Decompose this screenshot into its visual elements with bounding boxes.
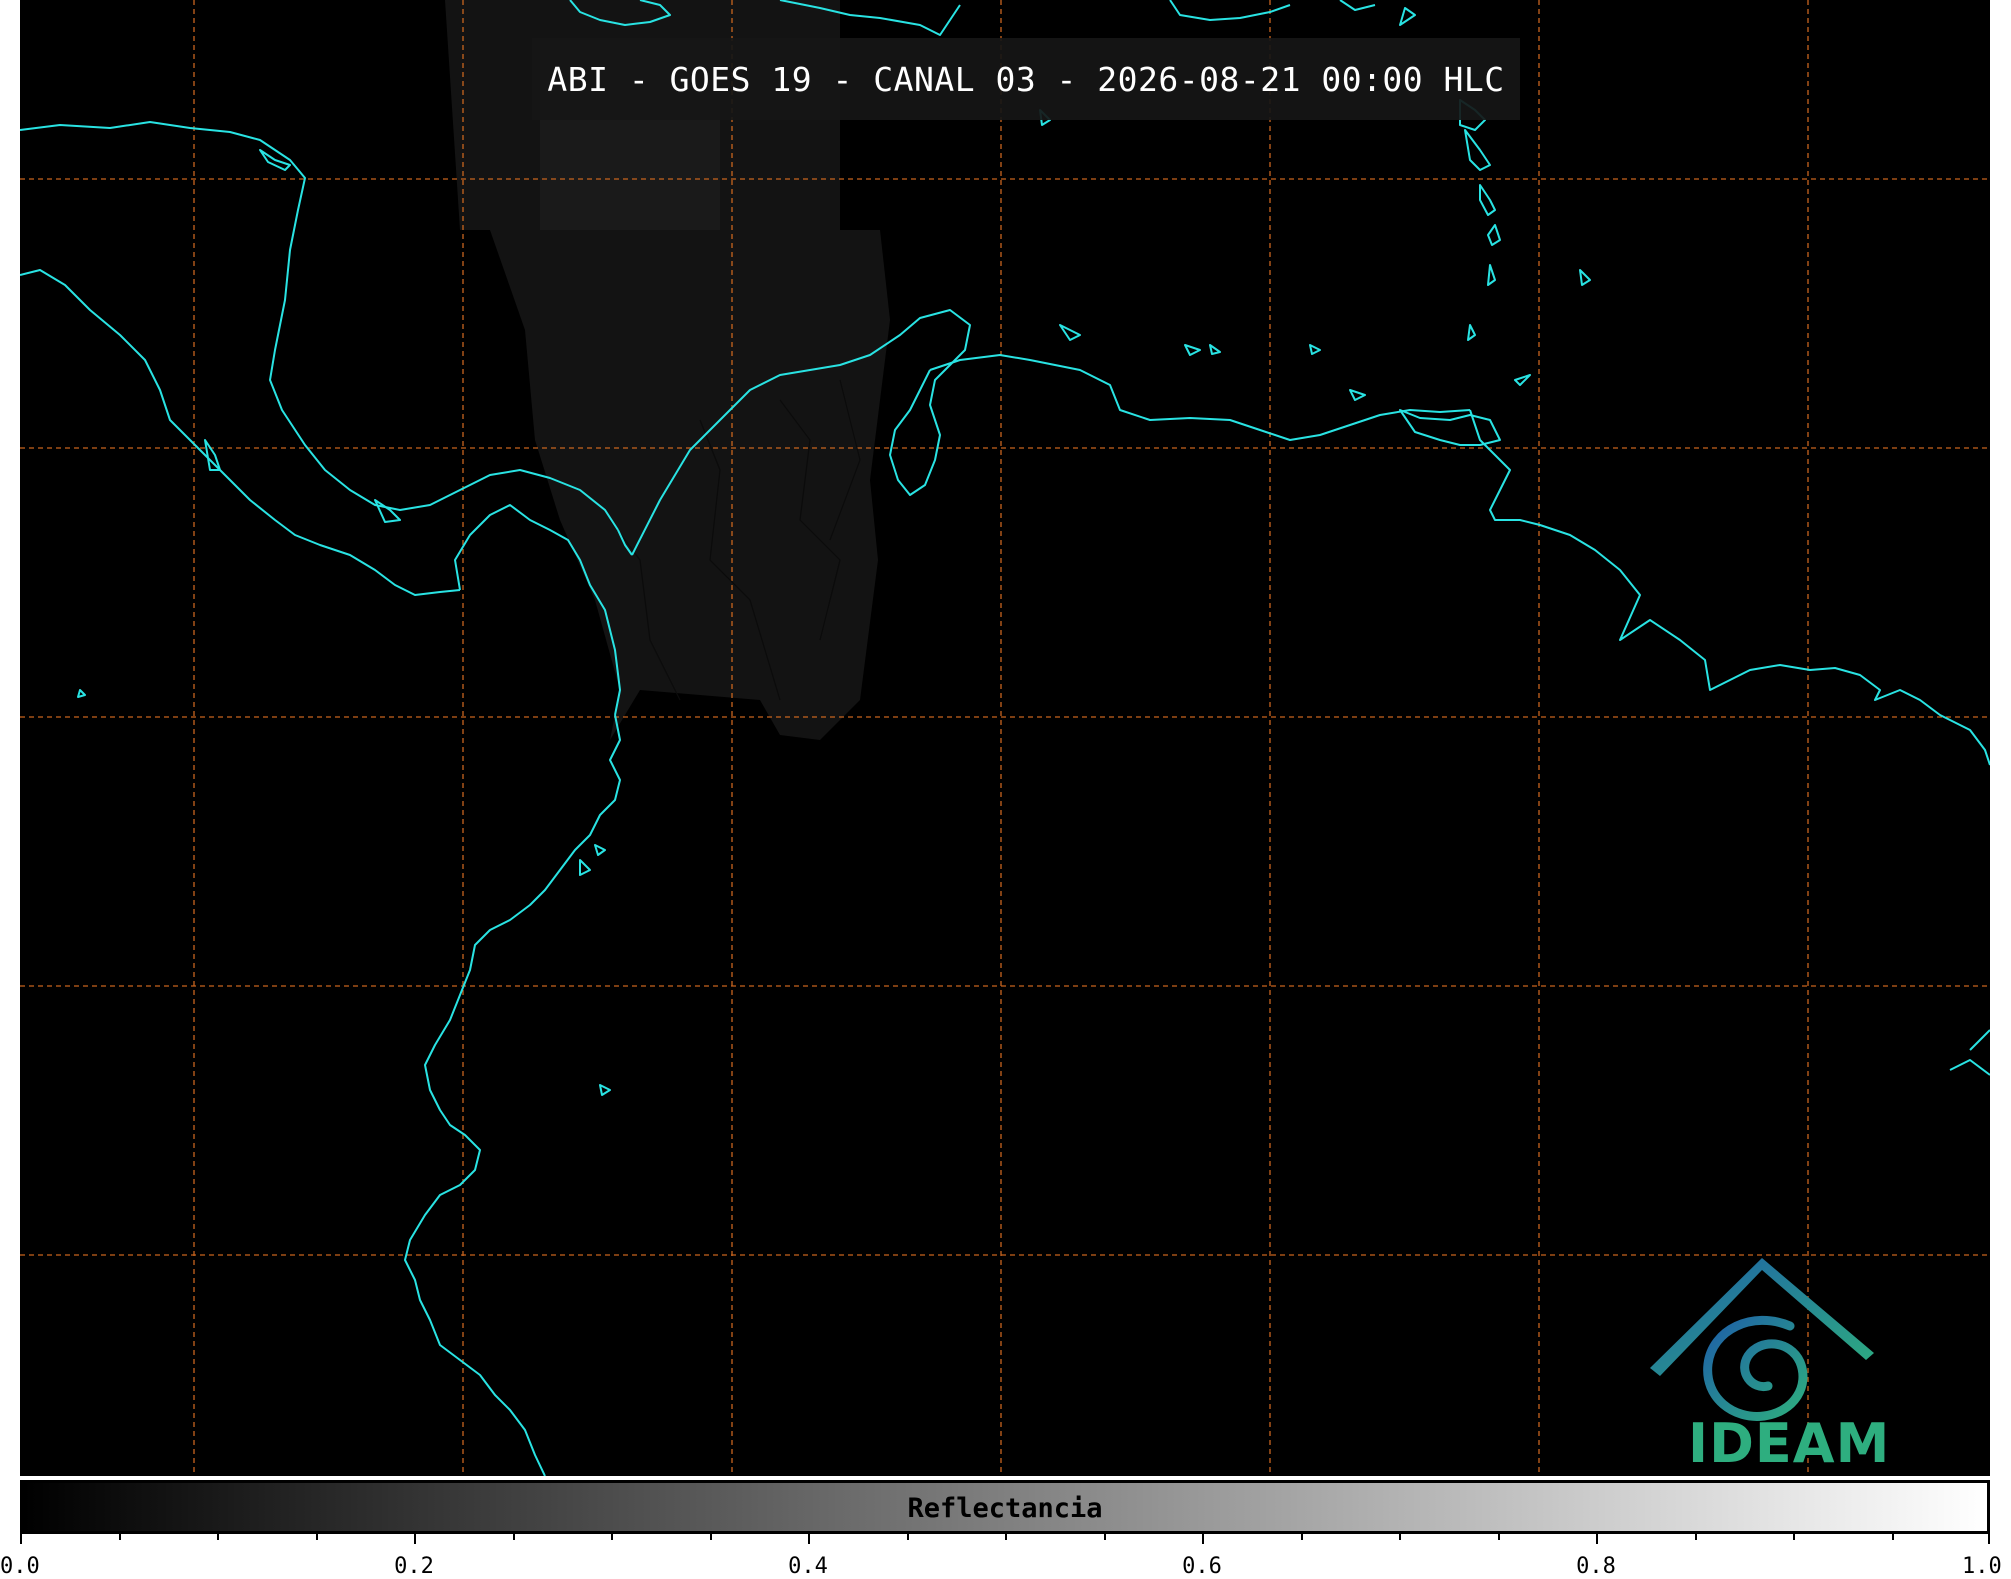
colorbar-tick-label: 0.6 <box>1182 1554 1222 1579</box>
colorbar-minor-tick <box>907 1532 909 1540</box>
colorbar-minor-tick <box>1301 1532 1303 1540</box>
colorbar-minor-tick <box>710 1532 712 1540</box>
title-box: ABI - GOES 19 - CANAL 03 - 2026-08-21 00… <box>532 38 1520 120</box>
colorbar-minor-tick <box>1104 1532 1106 1540</box>
colorbar-tick-label: 0.4 <box>788 1554 828 1579</box>
colorbar-minor-tick <box>119 1532 121 1540</box>
colorbar-tick-label: 0.0 <box>0 1554 40 1579</box>
colorbar-major-tick <box>1202 1532 1204 1544</box>
colorbar-tick-label: 0.2 <box>394 1554 434 1579</box>
colorbar-label: Reflectancia <box>907 1493 1103 1524</box>
map-title: ABI - GOES 19 - CANAL 03 - 2026-08-21 00… <box>547 59 1505 99</box>
colorbar-minor-tick <box>513 1532 515 1540</box>
colorbar-major-tick <box>20 1532 22 1544</box>
colorbar-minor-tick <box>217 1532 219 1540</box>
colorbar-minor-tick <box>1695 1532 1697 1540</box>
colorbar-major-tick <box>1988 1532 1990 1544</box>
colorbar-major-tick <box>808 1532 810 1544</box>
colorbar: Reflectancia <box>20 1480 1990 1534</box>
colorbar-minor-tick <box>1498 1532 1500 1540</box>
colorbar-axis: 0.0 0.2 0.4 0.6 0.8 1.0 <box>0 1532 2002 1579</box>
colorbar-minor-tick <box>1793 1532 1795 1540</box>
logo-wordmark: IDEAM <box>1688 1412 1891 1475</box>
colorbar-major-tick <box>1596 1532 1598 1544</box>
colorbar-minor-tick <box>1005 1532 1007 1540</box>
colorbar-tick-label: 1.0 <box>1962 1554 2002 1579</box>
colorbar-minor-tick <box>611 1532 613 1540</box>
colorbar-minor-tick <box>1399 1532 1401 1540</box>
colorbar-major-tick <box>414 1532 416 1544</box>
colorbar-minor-tick <box>1892 1532 1894 1540</box>
colorbar-tick-label: 0.8 <box>1576 1554 1616 1579</box>
colorbar-minor-tick <box>316 1532 318 1540</box>
